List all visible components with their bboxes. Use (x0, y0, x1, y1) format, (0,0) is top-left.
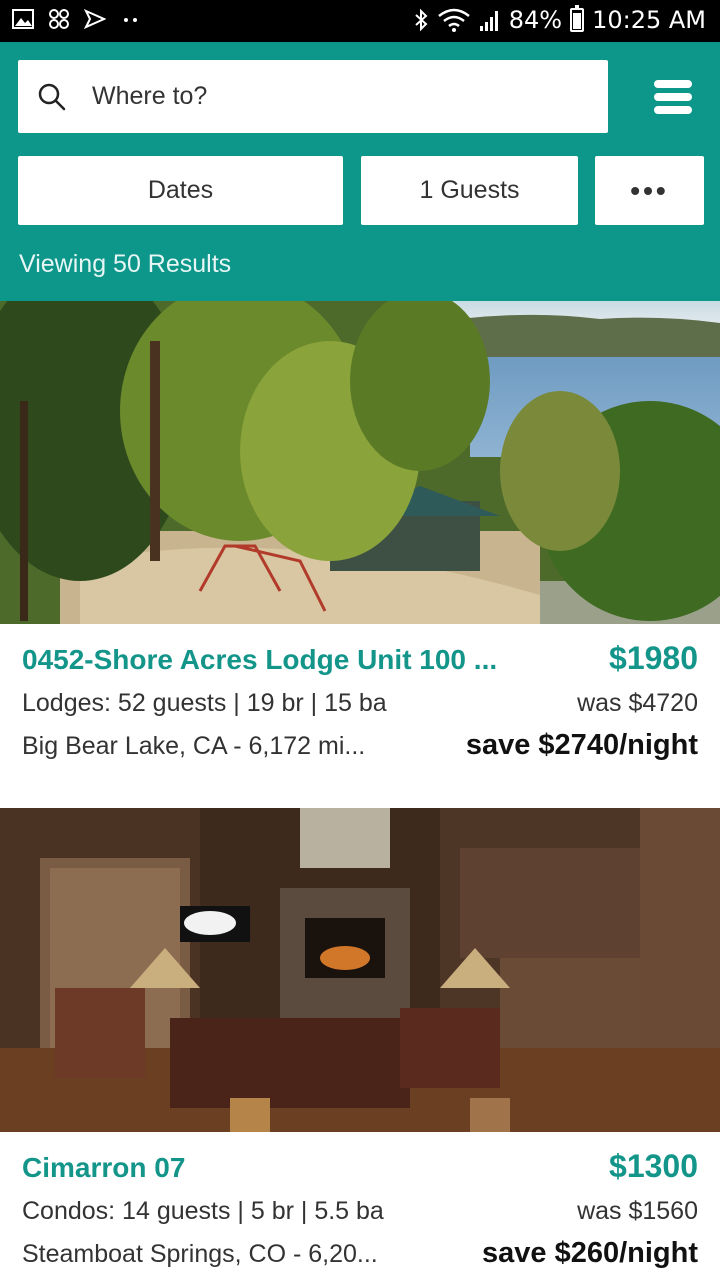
gallery-icon (12, 9, 34, 29)
listing-photo-lake-lodge[interactable] (0, 301, 720, 624)
search-bar[interactable]: Where to? (18, 60, 608, 133)
wifi-icon (437, 8, 470, 32)
battery-percent: 84% (508, 6, 563, 34)
listing-title[interactable]: Cimarron 07 (22, 1152, 185, 1184)
listing-location: Big Bear Lake, CA - 6,172 mi... (22, 732, 366, 760)
send-icon (84, 9, 106, 29)
search-header: Where to? Dates 1 Guests ••• Viewing 50 … (0, 42, 720, 301)
battery-icon (570, 5, 585, 32)
more-filters-button[interactable]: ••• (595, 156, 704, 225)
listing-location: Steamboat Springs, CO - 6,20... (22, 1240, 378, 1268)
results-count: Viewing 50 Results (19, 250, 232, 278)
search-input[interactable]: Where to? (92, 82, 207, 111)
listing-photo-cimarron[interactable] (0, 808, 720, 1132)
listing-was-price: was $4720 (577, 689, 698, 717)
status-bar: 84% 10:25 AM (0, 0, 720, 42)
listing-price: $1980 (609, 640, 698, 676)
listing-savings: save $2740/night (465, 729, 698, 761)
search-icon (38, 83, 66, 110)
lake-lodge-image (0, 301, 720, 624)
listing-was-price: was $1560 (577, 1197, 698, 1225)
listing-card-1[interactable]: 0452-Shore Acres Lodge Unit 100 ... $198… (0, 624, 720, 784)
bluetooth-icon (415, 8, 428, 32)
signal-icon (479, 11, 498, 31)
clock: 10:25 AM (592, 6, 706, 34)
listing-details: Condos: 14 guests | 5 br | 5.5 ba (22, 1197, 384, 1225)
listing-price: $1300 (609, 1148, 698, 1184)
listing-title[interactable]: 0452-Shore Acres Lodge Unit 100 ... (22, 644, 497, 676)
listing-card-2[interactable]: Cimarron 07 $1300 Condos: 14 guests | 5 … (0, 1132, 720, 1280)
listing-savings: save $260/night (482, 1237, 698, 1269)
card-divider (0, 784, 720, 808)
pinwheel-icon (49, 9, 69, 29)
more-dots-icon (124, 18, 137, 22)
living-room-image (0, 808, 720, 1132)
dates-button[interactable]: Dates (18, 156, 343, 225)
hamburger-menu-icon[interactable] (654, 80, 696, 116)
listing-details: Lodges: 52 guests | 19 br | 15 ba (22, 689, 387, 717)
system-status: 84% 10:25 AM (413, 5, 706, 34)
notification-icons (12, 8, 142, 30)
guests-button[interactable]: 1 Guests (361, 156, 578, 225)
